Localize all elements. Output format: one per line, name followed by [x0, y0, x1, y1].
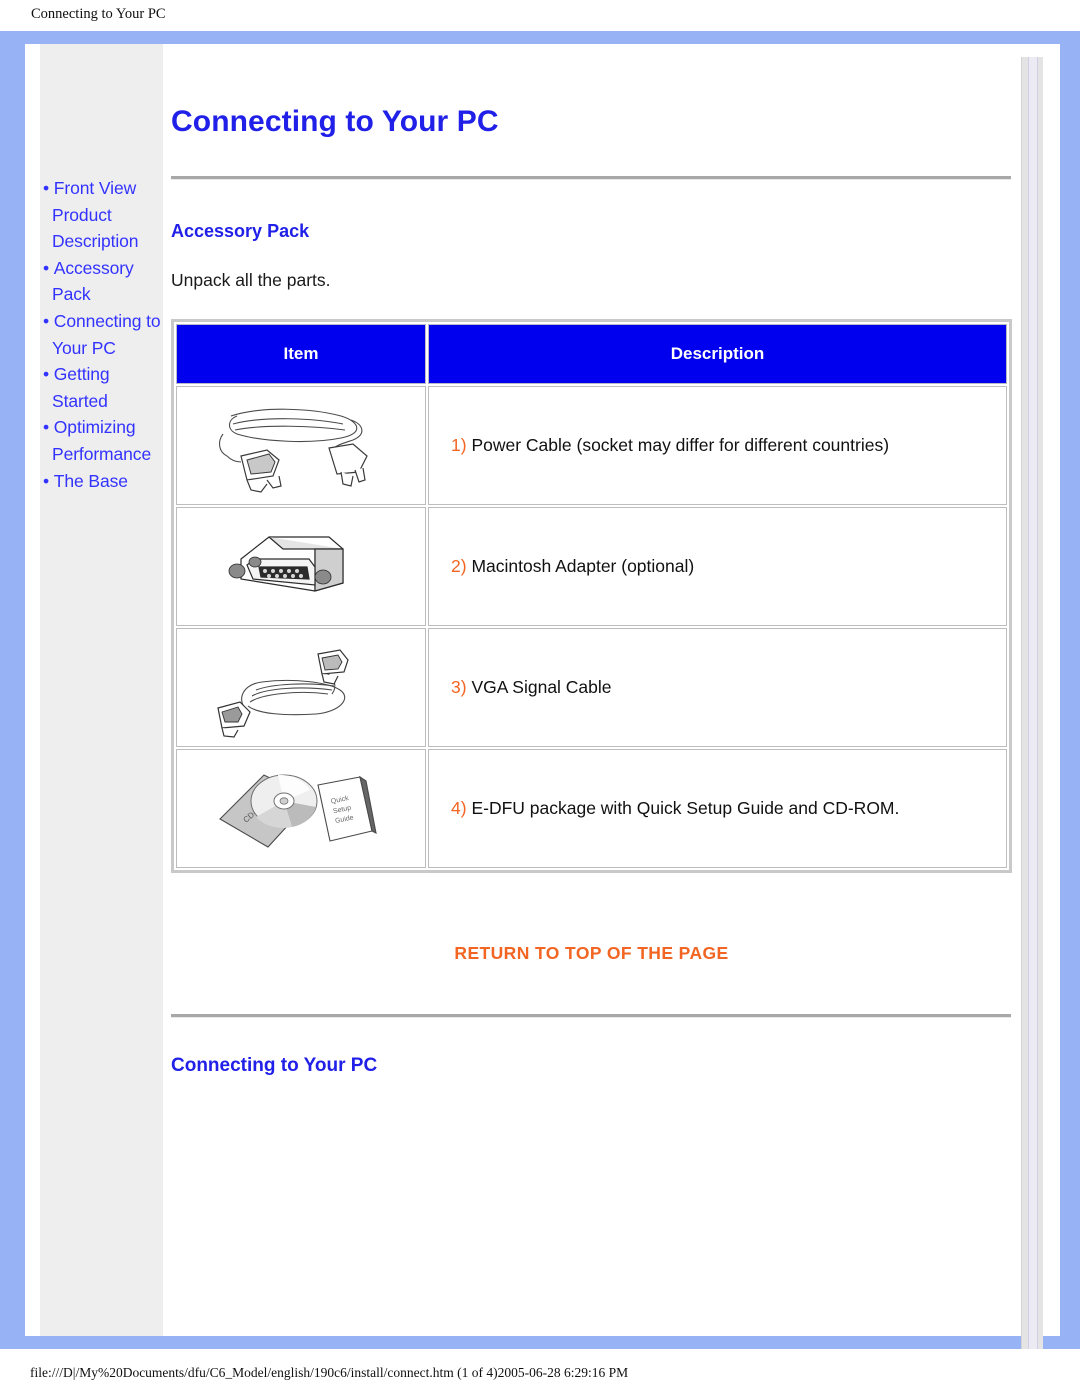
main-content: Connecting to Your PC Accessory Pack Unp… [171, 44, 1017, 1093]
sidebar-item-accessory-pack[interactable]: Accessory Pack [40, 255, 163, 308]
accessory-table-body: 1) Power Cable (socket may differ for di… [176, 386, 1007, 868]
sidebar-item-list: Front View Product Description Accessory… [40, 175, 163, 494]
macintosh-adapter-icon [177, 515, 425, 619]
left-accent-rule [12, 44, 19, 1336]
sidebar-item-connecting-to-your-pc[interactable]: Connecting to Your PC [40, 308, 163, 361]
item-image-cell [176, 386, 426, 505]
accessory-table-head: Item Description [176, 324, 1007, 384]
connecting-to-your-pc-heading: Connecting to Your PC [171, 1055, 378, 1076]
divider-bottom [171, 1014, 1011, 1018]
sidebar-item-the-base[interactable]: The Base [40, 468, 163, 495]
item-description-text: VGA Signal Cable [471, 677, 612, 697]
item-description-cell: 2) Macintosh Adapter (optional) [428, 507, 1007, 626]
scrollbar-thumb[interactable] [1028, 57, 1038, 1349]
cdrom-package-icon: CD-ROM [177, 757, 425, 861]
accessory-table: Item Description 1) Power Cable (socket … [174, 322, 1009, 870]
sidebar-item-front-view-product-description[interactable]: Front View Product Description [40, 175, 163, 255]
item-description-text: Power Cable (socket may differ for diffe… [471, 435, 890, 455]
page-title: Connecting to Your PC [171, 105, 499, 138]
item-description-text: Macintosh Adapter (optional) [471, 556, 695, 576]
column-header-item: Item [176, 324, 426, 384]
item-image-cell [176, 507, 426, 626]
accessory-table-container: Item Description 1) Power Cable (socket … [171, 319, 1012, 873]
sidebar-item-getting-started[interactable]: Getting Started [40, 361, 163, 414]
accessory-pack-heading: Accessory Pack [171, 221, 310, 241]
item-number: 1) [451, 435, 467, 455]
table-row: 2) Macintosh Adapter (optional) [176, 507, 1007, 626]
sidebar-item-optimizing-performance[interactable]: Optimizing Performance [40, 414, 163, 467]
document-canvas: Front View Product Description Accessory… [25, 44, 1060, 1349]
vertical-scrollbar[interactable] [1021, 57, 1043, 1349]
print-page-footer: file:///D|/My%20Documents/dfu/C6_Model/e… [0, 1349, 1080, 1397]
item-number: 3) [451, 677, 467, 697]
table-row: CD-ROM [176, 749, 1007, 868]
table-row: 1) Power Cable (socket may differ for di… [176, 386, 1007, 505]
item-description-cell: 1) Power Cable (socket may differ for di… [428, 386, 1007, 505]
item-description-cell: 3) VGA Signal Cable [428, 628, 1007, 747]
sidebar-navigation: Front View Product Description Accessory… [40, 44, 163, 1336]
item-number: 4) [451, 798, 467, 818]
item-description-text: E-DFU package with Quick Setup Guide and… [471, 798, 900, 818]
return-to-top-link[interactable]: RETURN TO TOP OF THE PAGE [454, 943, 728, 963]
item-number: 2) [451, 556, 467, 576]
table-row: 3) VGA Signal Cable [176, 628, 1007, 747]
accessory-pack-intro: Unpack all the parts. [171, 270, 331, 290]
divider-top [171, 176, 1011, 180]
print-footer-url: file:///D|/My%20Documents/dfu/C6_Model/e… [30, 1365, 629, 1380]
document-frame: Front View Product Description Accessory… [0, 31, 1080, 1349]
power-cable-icon [177, 394, 425, 498]
item-image-cell [176, 628, 426, 747]
table-header-row: Item Description [176, 324, 1007, 384]
column-header-description: Description [428, 324, 1007, 384]
item-description-cell: 4) E-DFU package with Quick Setup Guide … [428, 749, 1007, 868]
print-header-title: Connecting to Your PC [31, 6, 166, 22]
item-image-cell: CD-ROM [176, 749, 426, 868]
print-page-header: Connecting to Your PC [0, 0, 1080, 31]
vga-signal-cable-icon [177, 636, 425, 740]
return-to-top-container: RETURN TO TOP OF THE PAGE [171, 943, 1012, 964]
